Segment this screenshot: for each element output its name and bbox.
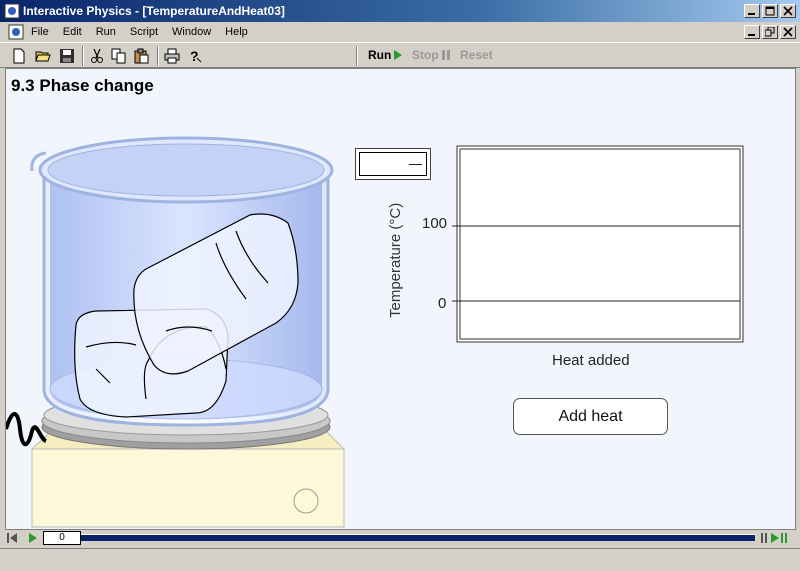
maximize-button[interactable] [762,4,778,18]
run-label: Run [368,48,392,62]
doc-close-button[interactable] [780,25,796,39]
minimize-icon [748,13,755,15]
close-icon [783,27,793,37]
beaker-scene [6,136,346,528]
playback-track[interactable] [81,534,755,541]
y-tick-label-0: 0 [438,295,447,312]
menu-help[interactable]: Help [218,25,255,39]
menu-run[interactable]: Run [89,25,123,39]
help-button[interactable]: ? [184,45,206,67]
help-icon: ? [190,48,202,64]
document-icon[interactable] [8,24,24,40]
doc-restore-button[interactable] [762,25,778,39]
menu-file[interactable]: File [24,25,56,39]
stop-button[interactable]: Stop [412,48,451,62]
save-icon [60,49,74,63]
print-icon [164,48,180,64]
close-icon [783,6,793,16]
menu-edit[interactable]: Edit [56,25,89,39]
menu-script[interactable]: Script [123,25,165,39]
print-button[interactable] [161,45,183,67]
playback-bar: 0 [5,530,796,546]
close-button[interactable] [780,4,796,18]
cut-button[interactable] [86,45,108,67]
run-button[interactable]: Run [368,48,403,62]
minimize-button[interactable] [744,4,760,18]
document-window-controls [744,25,796,39]
new-file-icon [13,48,25,64]
stop-label: Stop [412,48,439,62]
maximize-icon [765,6,775,16]
step-forward-icon[interactable] [27,532,39,544]
hot-plate-knob [293,488,319,514]
paste-button[interactable] [131,45,153,67]
temperature-graph [452,145,744,343]
menu-bar: File Edit Run Script Window Help [0,22,800,42]
simulation-canvas: 9.3 Phase change — 100 0 Temperature (°C… [5,68,796,530]
paste-icon [134,48,149,64]
cut-icon [91,48,103,63]
fast-forward-icon[interactable] [761,532,795,544]
save-button[interactable] [56,45,78,67]
restore-icon [765,27,775,37]
pause-icon [441,50,450,60]
reset-button[interactable]: Reset [460,48,493,62]
doc-minimize-button[interactable] [744,25,760,39]
status-bar [0,548,800,571]
y-tick-label-100: 100 [422,215,448,232]
x-axis-label: Heat added [552,352,630,369]
minimize-icon [748,34,755,36]
y-axis-label: Temperature (°C) [387,202,404,318]
toolbar-separator [82,46,84,66]
frame-counter[interactable]: 0 [43,531,81,545]
svg-text:?: ? [190,48,199,64]
menu-window[interactable]: Window [165,25,218,39]
app-icon [4,3,20,19]
toolbar-separator [356,46,358,66]
new-button[interactable] [8,45,30,67]
open-button[interactable] [32,45,54,67]
add-heat-button[interactable]: Add heat [513,398,668,435]
play-icon [394,50,403,60]
window-controls [744,4,796,18]
copy-button[interactable] [108,45,130,67]
window-title: Interactive Physics - [TemperatureAndHea… [23,4,285,18]
window-title-bar: Interactive Physics - [TemperatureAndHea… [0,0,800,22]
power-cord [6,412,48,447]
open-folder-icon [35,51,51,62]
copy-icon [111,48,126,64]
toolbar: ? Run Stop Reset [0,42,800,68]
reset-label: Reset [460,48,493,62]
toolbar-separator [157,46,159,66]
